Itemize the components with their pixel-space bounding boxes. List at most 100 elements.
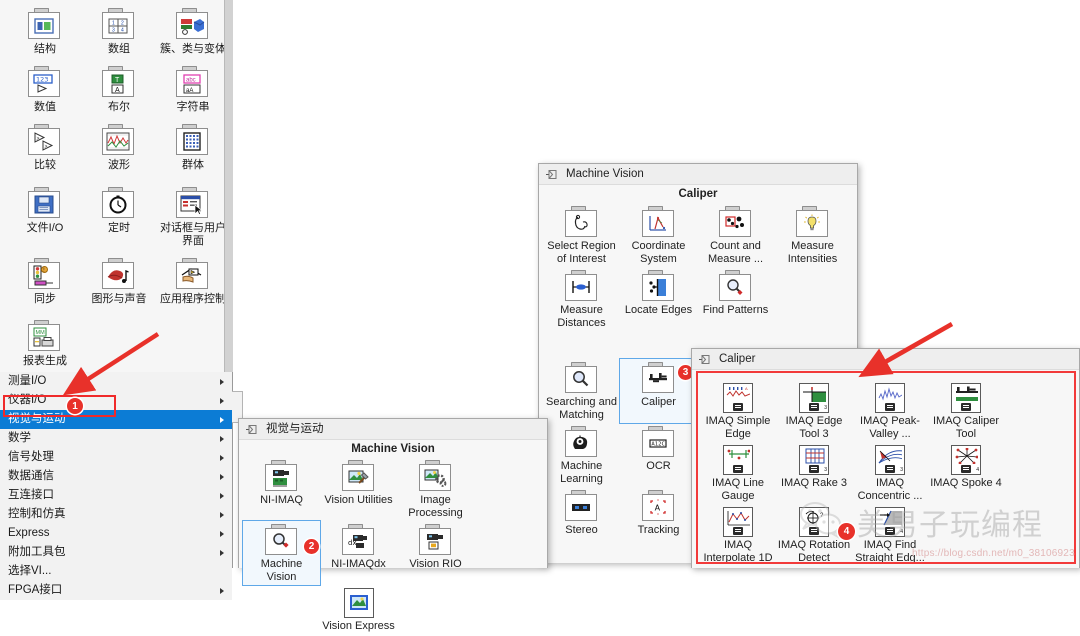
- vi-item-imaq-line-gauge[interactable]: IMAQ Line Gauge: [700, 442, 776, 504]
- imaq-peak-valley-icon: [875, 383, 905, 413]
- palette-item-file-io[interactable]: 文件I/O: [8, 187, 82, 235]
- palette-item-stereo[interactable]: Stereo: [543, 487, 620, 539]
- pin-icon[interactable]: [545, 168, 558, 181]
- functions-palette-scrollbar[interactable]: [224, 0, 233, 372]
- structures-icon: [28, 8, 62, 40]
- vision-motion-palette-titlebar[interactable]: 视觉与运动: [239, 419, 547, 440]
- palette-item-ni-imaq[interactable]: NI-IMAQ: [243, 457, 320, 521]
- numeric-icon: 123: [28, 66, 62, 98]
- palette-item-label: Coordinate System: [631, 240, 686, 265]
- chevron-right-icon: [220, 587, 224, 594]
- menu-item-fpga-interface[interactable]: FPGA接口: [0, 581, 232, 600]
- palette-item-timing[interactable]: 定时: [82, 187, 156, 235]
- vision-motion-palette-title: 视觉与运动: [266, 423, 324, 435]
- menu-item-measurement-io[interactable]: 测量I/O: [0, 372, 232, 391]
- palette-item-ocr[interactable]: A12C OCR: [620, 423, 697, 487]
- svg-text:2: 2: [121, 20, 124, 26]
- imaq-rake-3-icon: 3: [799, 445, 829, 475]
- pin-icon[interactable]: [698, 353, 711, 366]
- menu-item-express[interactable]: Express: [0, 524, 232, 543]
- palette-item-string[interactable]: abc aA 字符串: [156, 66, 230, 114]
- palette-item-structures[interactable]: 结构: [8, 8, 82, 56]
- caliper-palette-titlebar[interactable]: Caliper: [692, 349, 1079, 370]
- palette-item-label: Searching and Matching: [546, 396, 617, 421]
- palette-item-graphics-sound[interactable]: 图形与声音: [82, 258, 156, 306]
- imaq-concentric-icon: 3: [875, 445, 905, 475]
- palette-item-measure-distances[interactable]: Measure Distances: [543, 267, 620, 331]
- coordinate-system-icon: [641, 206, 676, 238]
- select-roi-icon: [564, 206, 599, 238]
- vi-item-imaq-peak-valley[interactable]: IMAQ Peak-Valley ...: [852, 380, 928, 442]
- menu-item-addons[interactable]: 附加工具包: [0, 543, 232, 562]
- palette-item-collection[interactable]: 群体: [156, 124, 230, 172]
- palette-item-count-and-measure[interactable]: Count and Measure ...: [697, 203, 774, 267]
- palette-item-label: 波形: [108, 159, 130, 171]
- palette-item-cluster-class-variant[interactable]: 簇、类与变体: [156, 8, 230, 56]
- palette-item-searching-and-matching[interactable]: Searching and Matching: [543, 359, 620, 423]
- menu-item-label: FPGA接口: [8, 584, 63, 596]
- chevron-right-icon: [220, 549, 224, 556]
- palette-item-locate-edges[interactable]: Locate Edges: [620, 267, 697, 331]
- ni-imaq-icon: [264, 460, 299, 492]
- palette-item-label: 图形与声音: [91, 293, 147, 305]
- svg-text:MM: MM: [36, 330, 46, 336]
- menu-item-select-vi[interactable]: 选择VI...: [0, 562, 232, 581]
- palette-item-dialog-ui[interactable]: 对话框与用户界面: [156, 187, 230, 247]
- graphics-sound-icon: [102, 258, 136, 290]
- menu-item-control-simulation[interactable]: 控制和仿真: [0, 505, 232, 524]
- menu-item-connectivity[interactable]: 互连接口: [0, 486, 232, 505]
- palette-item-label: NI-IMAQ: [260, 494, 303, 506]
- pin-icon[interactable]: [245, 423, 258, 436]
- palette-item-measure-intensities[interactable]: Measure Intensities: [774, 203, 851, 267]
- palette-item-report-generation[interactable]: MM 报表生成: [8, 320, 82, 368]
- chevron-right-icon: [220, 397, 224, 404]
- palette-item-label: 同步: [34, 293, 56, 305]
- menu-item-data-communication[interactable]: 数据通信: [0, 467, 232, 486]
- menu-item-mathematics[interactable]: 数学: [0, 429, 232, 448]
- vi-item-label: IMAQ Caliper Tool: [932, 415, 1000, 440]
- vi-item-imaq-simple-edge[interactable]: A IMAQ Simple Edge: [700, 380, 776, 442]
- palette-item-vision-utilities[interactable]: Vision Utilities: [320, 457, 397, 521]
- vision-motion-palette: 视觉与运动 Machine Vision NI-IMAQ Vision Util…: [238, 418, 548, 632]
- palette-item-vision-express[interactable]: Vision Express: [320, 585, 397, 635]
- menu-item-label: 数学: [8, 432, 31, 444]
- palette-item-array[interactable]: 1234 数组: [82, 8, 156, 56]
- palette-item-machine-learning[interactable]: Machine Learning: [543, 423, 620, 487]
- menu-item-label: Express: [8, 527, 50, 539]
- vi-item-imaq-rake-3[interactable]: 3 IMAQ Rake 3: [776, 442, 852, 504]
- collection-icon: [176, 124, 210, 156]
- vi-item-label: IMAQ Peak-Valley ...: [860, 415, 920, 440]
- palette-item-application-control[interactable]: 应用程序控制: [156, 258, 230, 306]
- boolean-icon: TA: [102, 66, 136, 98]
- palette-item-waveform[interactable]: 波形: [82, 124, 156, 172]
- palette-item-label: NI-IMAQdx: [331, 558, 386, 570]
- svg-text:A: A: [115, 87, 120, 94]
- caliper-palette-title: Caliper: [719, 353, 756, 365]
- vi-item-imaq-edge-tool-3[interactable]: 3 IMAQ Edge Tool 3: [776, 380, 852, 442]
- vi-item-imaq-interpolate-1d[interactable]: IMAQ Interpolate 1D: [700, 504, 776, 566]
- menu-item-label: 选择VI...: [8, 565, 52, 577]
- vi-item-imaq-concentric[interactable]: 3 IMAQ Concentric ...: [852, 442, 928, 504]
- menu-item-signal-processing[interactable]: 信号处理: [0, 448, 232, 467]
- measure-distances-icon: [564, 270, 599, 302]
- vi-item-imaq-spoke-4[interactable]: 4 IMAQ Spoke 4: [928, 442, 1004, 504]
- palette-item-vision-rio[interactable]: Vision RIO: [397, 521, 474, 585]
- machine-vision-section-label: Caliper: [678, 188, 718, 200]
- annotation-highlight-vision-motion: [3, 395, 116, 417]
- svg-text:>: >: [45, 144, 48, 150]
- palette-item-synchronization[interactable]: ! 同步: [8, 258, 82, 306]
- palette-item-caliper[interactable]: Caliper 3: [619, 358, 698, 424]
- imaq-line-gauge-icon: [723, 445, 753, 475]
- palette-item-image-processing[interactable]: Image Processing: [397, 457, 474, 521]
- vi-item-imaq-caliper-tool[interactable]: IMAQ Caliper Tool: [928, 380, 1004, 442]
- palette-item-coordinate-system[interactable]: Coordinate System: [620, 203, 697, 267]
- palette-item-machine-vision[interactable]: Machine Vision 2: [242, 520, 321, 586]
- palette-item-comparison[interactable]: > > 比较: [8, 124, 82, 172]
- palette-item-tracking[interactable]: A Tracking: [620, 487, 697, 539]
- machine-vision-palette-titlebar[interactable]: Machine Vision: [539, 164, 857, 185]
- palette-item-ni-imaqdx[interactable]: dx NI-IMAQdx: [320, 521, 397, 585]
- palette-item-find-patterns[interactable]: Find Patterns: [697, 267, 774, 331]
- palette-item-select-roi[interactable]: Select Region of Interest: [543, 203, 620, 267]
- palette-item-boolean[interactable]: TA 布尔: [82, 66, 156, 114]
- palette-item-numeric[interactable]: 123 数值: [8, 66, 82, 114]
